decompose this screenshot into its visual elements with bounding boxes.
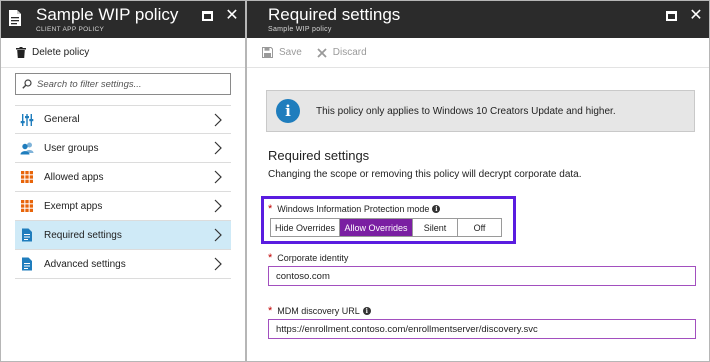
settings-search-input[interactable] <box>37 78 227 90</box>
maximize-button[interactable] <box>665 9 679 23</box>
delete-policy-button[interactable]: Delete policy <box>16 47 89 58</box>
apps-grid-icon <box>20 170 34 184</box>
chevron-right-icon <box>214 170 222 184</box>
nav-item-user-groups[interactable]: User groups <box>15 134 231 163</box>
trash-icon <box>16 47 26 58</box>
wip-mode-label: * Windows Information Protection mode i <box>268 203 441 215</box>
nav-item-advanced-settings-label: Advanced settings <box>44 258 126 270</box>
settings-command-bar: Save Discard <box>247 38 709 68</box>
close-icon: ✕ <box>689 7 703 24</box>
required-star: * <box>268 305 273 317</box>
option-hide-overrides[interactable]: Hide Overrides <box>271 219 340 236</box>
info-icon[interactable]: i <box>432 205 441 213</box>
nav-item-exempt-apps-label: Exempt apps <box>44 200 103 212</box>
option-silent[interactable]: Silent <box>413 219 458 236</box>
info-notice: i This policy only applies to Windows 10… <box>266 90 695 132</box>
info-icon[interactable]: i <box>362 307 371 315</box>
settings-sliders-icon <box>20 113 34 127</box>
maximize-button[interactable] <box>201 9 215 23</box>
settings-nav: General User groups Allowed apps Exempt … <box>15 105 231 279</box>
users-icon <box>20 141 34 155</box>
required-settings-subtitle: Sample WIP policy <box>268 26 332 33</box>
nav-item-general[interactable]: General <box>15 105 231 134</box>
info-notice-text: This policy only applies to Windows 10 C… <box>316 105 616 117</box>
section-title: Required settings <box>268 148 370 163</box>
close-button[interactable]: ✕ <box>225 7 239 24</box>
discard-label: Discard <box>332 47 367 58</box>
close-icon: ✕ <box>225 7 239 24</box>
policy-blade-subtitle: CLIENT APP POLICY <box>36 26 105 33</box>
mdm-url-label-text: MDM discovery URL <box>277 306 360 316</box>
corporate-identity-label: * Corporate identity <box>268 252 348 264</box>
discard-x-icon <box>317 47 327 58</box>
save-label: Save <box>279 47 302 58</box>
nav-item-allowed-apps[interactable]: Allowed apps <box>15 163 231 192</box>
chevron-right-icon <box>214 113 222 127</box>
nav-item-advanced-settings[interactable]: Advanced settings <box>15 250 231 279</box>
maximize-icon <box>666 11 677 21</box>
apps-grid-icon <box>20 199 34 213</box>
wip-mode-selector: Hide Overrides Allow Overrides Silent Of… <box>270 218 502 237</box>
search-icon <box>22 79 32 89</box>
wip-mode-label-text: Windows Information Protection mode <box>277 204 430 214</box>
chevron-right-icon <box>214 257 222 271</box>
nav-item-required-settings[interactable]: Required settings <box>15 221 231 250</box>
policy-blade-title: Sample WIP policy <box>36 5 179 24</box>
required-settings-header: Required settings Sample WIP policy ✕ <box>247 1 709 38</box>
nav-item-user-groups-label: User groups <box>44 142 99 154</box>
chevron-right-icon <box>214 199 222 213</box>
chevron-right-icon <box>214 141 222 155</box>
delete-policy-label: Delete policy <box>32 47 90 58</box>
mdm-url-input[interactable]: https://enrollment.contoso.com/enrollmen… <box>268 319 696 339</box>
maximize-icon <box>202 11 213 21</box>
policy-blade-header: Sample WIP policy CLIENT APP POLICY ✕ <box>1 1 245 38</box>
option-allow-overrides[interactable]: Allow Overrides <box>340 219 413 236</box>
settings-filter[interactable] <box>15 73 231 95</box>
document-icon <box>20 228 34 242</box>
nav-item-required-settings-label: Required settings <box>44 229 122 241</box>
save-button[interactable]: Save <box>262 47 302 58</box>
document-icon <box>20 257 34 271</box>
required-settings-blade: Required settings Sample WIP policy ✕ Sa… <box>246 0 710 362</box>
required-settings-title: Required settings <box>268 5 401 24</box>
nav-item-exempt-apps[interactable]: Exempt apps <box>15 192 231 221</box>
save-icon <box>262 47 273 58</box>
policy-blade: Sample WIP policy CLIENT APP POLICY ✕ De… <box>0 0 246 362</box>
close-button[interactable]: ✕ <box>689 7 703 24</box>
required-star: * <box>268 203 273 215</box>
required-star: * <box>268 252 273 264</box>
section-description: Changing the scope or removing this poli… <box>268 169 582 180</box>
policy-command-bar: Delete policy <box>1 38 245 68</box>
option-off[interactable]: Off <box>458 219 501 236</box>
mdm-url-label: * MDM discovery URL i <box>268 305 371 317</box>
corporate-identity-input[interactable]: contoso.com <box>268 266 696 286</box>
nav-item-allowed-apps-label: Allowed apps <box>44 171 104 183</box>
document-icon <box>9 10 21 26</box>
info-icon: i <box>276 99 300 123</box>
chevron-right-icon <box>214 228 222 242</box>
nav-item-general-label: General <box>44 114 80 125</box>
corporate-identity-label-text: Corporate identity <box>277 253 349 263</box>
discard-button[interactable]: Discard <box>317 47 367 58</box>
